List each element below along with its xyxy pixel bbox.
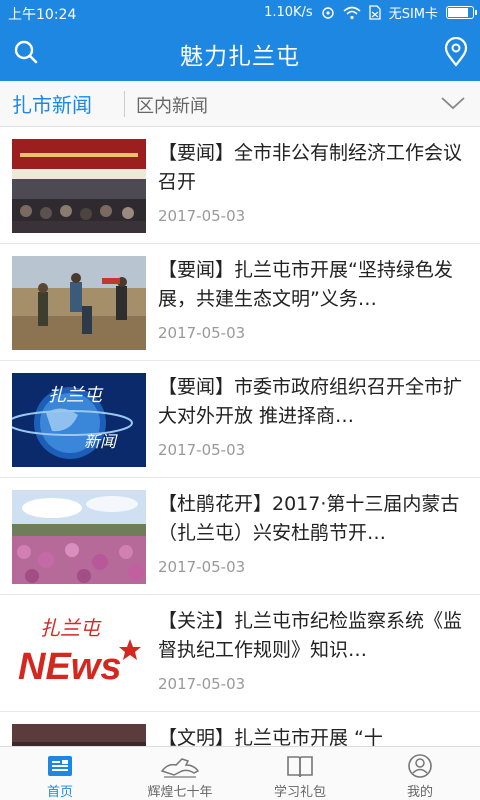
news-thumbnail-tv-news: 扎兰屯 新闻 bbox=[12, 373, 146, 467]
bottom-nav: 首页 辉煌七十年 学习礼包 我的 bbox=[0, 746, 480, 800]
sim-status: 无SIM卡 bbox=[388, 7, 438, 22]
news-item[interactable]: 【文明】扎兰屯市开展 “十 bbox=[0, 712, 480, 746]
news-title: 【关注】扎兰屯市纪检监察系统《监督执纪工作规则》知识… bbox=[158, 610, 463, 661]
news-date: 2017-05-03 bbox=[158, 558, 246, 576]
tab-city-news[interactable]: 扎市新闻 bbox=[12, 89, 92, 118]
thumb-brand-text: 扎兰屯 bbox=[40, 616, 102, 640]
news-date: 2017-05-03 bbox=[158, 441, 246, 459]
news-title: 【要闻】全市非公有制经济工作会议召开 bbox=[158, 142, 463, 193]
app-title: 魅力扎兰屯 bbox=[180, 44, 300, 70]
news-thumbnail-news-logo: 扎兰屯 NEws bbox=[12, 607, 146, 701]
user-icon bbox=[408, 754, 432, 778]
category-tabs: 扎市新闻 区内新闻 bbox=[0, 81, 480, 127]
news-list: 【要闻】全市非公有制经济工作会议召开 2017-05-03 【要闻】扎兰屯市开展… bbox=[0, 127, 480, 746]
sim-icon bbox=[369, 5, 381, 20]
status-time: 上午10:24 bbox=[8, 7, 77, 23]
news-title: 【要闻】市委市政府组织召开全市扩大对外开放 推进择商… bbox=[158, 376, 463, 427]
news-item[interactable]: 【要闻】扎兰屯市开展“坚持绿色发展，共建生态文明”义务… 2017-05-03 bbox=[0, 244, 480, 361]
book-icon bbox=[287, 756, 313, 778]
news-item[interactable]: 【杜鹃花开】2017·第十三届内蒙古（扎兰屯）兴安杜鹃节开… 2017-05-0… bbox=[0, 478, 480, 595]
news-title: 【要闻】扎兰屯市开展“坚持绿色发展，共建生态文明”义务… bbox=[158, 259, 453, 310]
news-title: 【杜鹃花开】2017·第十三届内蒙古（扎兰屯）兴安杜鹃节开… bbox=[158, 493, 460, 544]
location-icon[interactable] bbox=[442, 37, 470, 67]
chevron-down-icon[interactable] bbox=[440, 93, 466, 113]
home-news-icon bbox=[48, 756, 72, 776]
tab-divider bbox=[124, 91, 125, 117]
news-item[interactable]: 扎兰屯 NEws 【关注】扎兰屯市纪检监察系统《监督执纪工作规则》知识… 201… bbox=[0, 595, 480, 712]
news-date: 2017-05-03 bbox=[158, 207, 246, 225]
wifi-icon bbox=[343, 6, 361, 19]
battery-icon bbox=[446, 6, 477, 19]
thumb-logo-text: NEws bbox=[18, 646, 121, 688]
status-bar: 上午10:24 1.10K/s 无SIM卡 bbox=[0, 0, 480, 26]
nav-label: 辉煌七十年 bbox=[147, 785, 213, 800]
nav-home[interactable]: 首页 bbox=[0, 747, 120, 800]
news-item[interactable]: 扎兰屯 新闻 【要闻】市委市政府组织召开全市扩大对外开放 推进择商… 2017-… bbox=[0, 361, 480, 478]
nav-label: 首页 bbox=[46, 785, 73, 800]
news-title: 【文明】扎兰屯市开展 “十 bbox=[158, 727, 383, 746]
news-thumbnail-tree-planting bbox=[12, 256, 146, 350]
data-saver-icon bbox=[321, 6, 334, 19]
news-date: 2017-05-03 bbox=[158, 324, 246, 342]
nav-label: 我的 bbox=[406, 785, 433, 800]
nav-seventy-years[interactable]: 辉煌七十年 bbox=[120, 747, 240, 800]
app-bar: 魅力扎兰屯 bbox=[0, 26, 480, 81]
news-thumbnail-civilization bbox=[12, 724, 146, 746]
thumb-text-zhalantun: 扎兰屯 bbox=[48, 385, 104, 406]
status-indicators: 1.10K/s 无SIM卡 bbox=[264, 3, 477, 22]
nav-label: 学习礼包 bbox=[273, 785, 326, 800]
network-speed: 1.10K/s bbox=[264, 5, 313, 20]
news-thumbnail-meeting bbox=[12, 139, 146, 233]
nav-study-pack[interactable]: 学习礼包 bbox=[240, 747, 360, 800]
news-item[interactable]: 【要闻】全市非公有制经济工作会议召开 2017-05-03 bbox=[0, 127, 480, 244]
news-thumbnail-azalea bbox=[12, 490, 146, 584]
horse-icon bbox=[160, 758, 200, 778]
thumb-text-news: 新闻 bbox=[84, 432, 118, 451]
news-date: 2017-05-03 bbox=[158, 675, 246, 693]
tab-region-news[interactable]: 区内新闻 bbox=[136, 92, 208, 118]
nav-profile[interactable]: 我的 bbox=[360, 747, 480, 800]
